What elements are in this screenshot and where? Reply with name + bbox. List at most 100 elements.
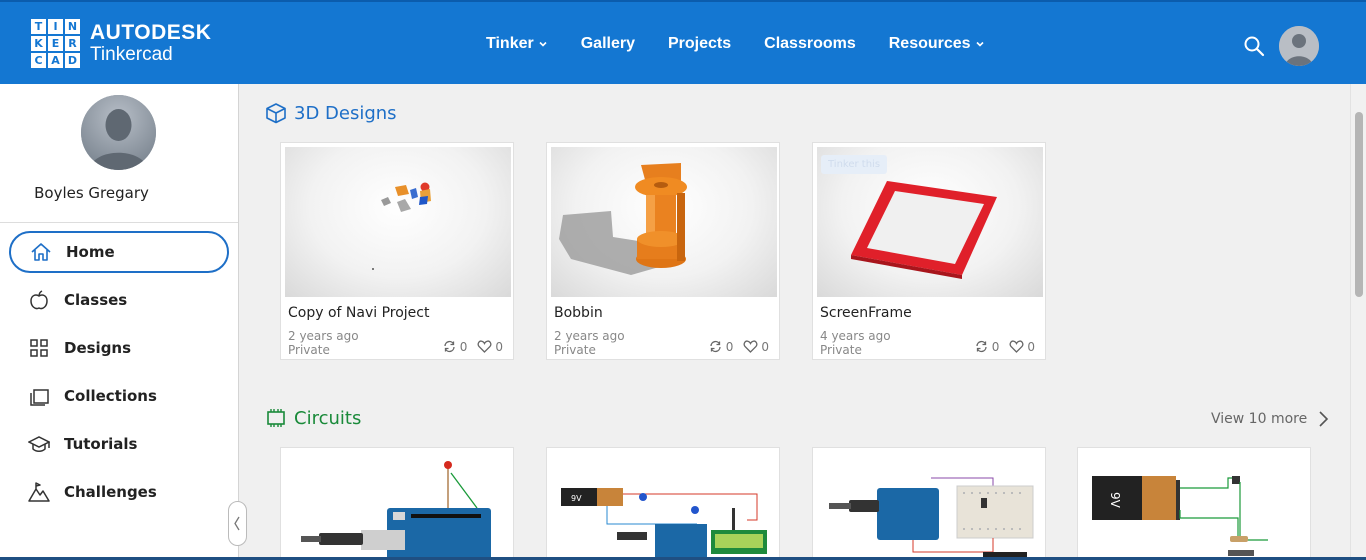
- folders-icon: [30, 389, 49, 406]
- profile-name: Boyles Gregary: [34, 184, 149, 202]
- brand-name: AUTODESK: [90, 21, 212, 44]
- nav-tinker[interactable]: Tinker: [486, 35, 548, 53]
- nav-label: Resources: [888, 35, 971, 52]
- sidebar-item-collections[interactable]: Collections: [9, 375, 229, 417]
- chevron-right-icon: [1319, 411, 1329, 427]
- nav-label: Gallery: [580, 35, 635, 52]
- cube-icon: [266, 103, 286, 124]
- chevron-down-icon: [539, 41, 547, 47]
- design-card[interactable]: Copy of Navi Project 2 years ago Private…: [280, 142, 514, 360]
- nav-classrooms[interactable]: Classrooms: [764, 35, 856, 53]
- sidebar-item-tutorials[interactable]: Tutorials: [9, 423, 229, 465]
- grid-icon: [30, 339, 48, 357]
- design-visibility: Private: [820, 343, 862, 357]
- product-name: Tinkercad: [90, 44, 173, 65]
- sidebar-item-classes[interactable]: Classes: [9, 279, 229, 321]
- circuit-card[interactable]: [812, 447, 1046, 560]
- logo-letter: R: [65, 36, 80, 51]
- design-title: Copy of Navi Project: [288, 305, 430, 321]
- tinker-this-badge[interactable]: Tinker this: [821, 155, 888, 174]
- design-thumbnail: Tinker this: [817, 147, 1043, 297]
- main-content: 3D Designs Copy of Navi Project 2 years …: [239, 84, 1350, 560]
- remix-icon: [710, 340, 721, 353]
- tinkercad-logo[interactable]: T I N K E R C A D AUTODESK Tinkercad: [31, 19, 211, 68]
- heart-icon: [477, 340, 492, 353]
- like-count: 0: [477, 339, 503, 354]
- profile-avatar[interactable]: [81, 95, 156, 170]
- heart-icon: [1009, 340, 1024, 353]
- logo-letter: N: [65, 19, 80, 34]
- sidebar-item-label: Tutorials: [64, 435, 138, 453]
- nav-gallery[interactable]: Gallery: [581, 35, 635, 53]
- remix-value: 0: [459, 339, 468, 354]
- sidebar-item-label: Home: [66, 243, 115, 261]
- remix-value: 0: [725, 339, 734, 354]
- design-title: ScreenFrame: [820, 305, 912, 321]
- sidebar-divider: [0, 222, 238, 223]
- design-visibility: Private: [554, 343, 596, 357]
- logo-text: AUTODESK Tinkercad: [90, 21, 212, 66]
- logo-letter: I: [48, 19, 63, 34]
- sidebar-item-home[interactable]: Home: [9, 231, 229, 273]
- apple-icon: [30, 290, 48, 310]
- nav-label: Tinker: [486, 35, 534, 52]
- heart-icon: [743, 340, 758, 353]
- remix-value: 0: [991, 339, 1000, 354]
- section-3d-designs: 3D Designs: [265, 102, 397, 124]
- section-title: 3D Designs: [294, 102, 397, 124]
- design-age: 4 years ago: [820, 329, 891, 343]
- nav-resources[interactable]: Resources: [889, 35, 985, 53]
- like-count: 0: [743, 339, 769, 354]
- remix-icon: [976, 340, 987, 353]
- svg-text:9V: 9V: [571, 494, 582, 503]
- logo-letter: D: [65, 53, 80, 68]
- nav-label: Projects: [668, 35, 732, 52]
- section-circuits: Circuits: [265, 407, 361, 429]
- logo-letter: A: [48, 53, 63, 68]
- top-navigation-bar: T I N K E R C A D AUTODESK Tinkercad Tin…: [0, 0, 1366, 84]
- design-age: 2 years ago: [554, 329, 625, 343]
- logo-letter: E: [48, 36, 63, 51]
- remix-count: 0: [442, 339, 468, 354]
- design-card[interactable]: Bobbin 2 years ago Private 0 0: [546, 142, 780, 360]
- like-value: 0: [1027, 339, 1035, 354]
- sidebar-item-designs[interactable]: Designs: [9, 327, 229, 369]
- design-stats: 0 0: [964, 339, 1035, 354]
- chevron-down-icon: [975, 41, 984, 47]
- design-visibility: Private: [288, 343, 330, 357]
- sidebar-item-label: Classes: [64, 291, 128, 309]
- sidebar-item-label: Collections: [64, 387, 157, 405]
- user-avatar-icon[interactable]: [1279, 26, 1319, 66]
- home-icon: [31, 243, 51, 261]
- view-more-label: View 10 more: [1211, 411, 1308, 427]
- design-stats: 0 0: [698, 339, 769, 354]
- like-value: 0: [761, 339, 769, 354]
- section-title: Circuits: [294, 407, 362, 429]
- logo-letter: T: [31, 19, 46, 34]
- design-thumbnail: [285, 147, 511, 297]
- remix-count: 0: [708, 339, 734, 354]
- remix-count: 0: [974, 339, 1000, 354]
- sidebar-item-challenges[interactable]: Challenges: [9, 471, 229, 513]
- circuit-card[interactable]: [280, 447, 514, 560]
- design-stats: 0 0: [432, 339, 503, 354]
- design-thumbnail: [551, 147, 777, 297]
- design-age: 2 years ago: [288, 329, 359, 343]
- nav-projects[interactable]: Projects: [668, 35, 731, 53]
- page-scrollbar[interactable]: [1350, 84, 1366, 560]
- sidebar-item-label: Designs: [64, 339, 132, 357]
- search-icon[interactable]: [1243, 35, 1265, 57]
- main-nav: Tinker Gallery Projects Classrooms Resou…: [486, 35, 1018, 53]
- circuit-card[interactable]: 9V: [1077, 447, 1311, 560]
- graduation-cap-icon: [28, 436, 50, 452]
- sidebar-item-label: Challenges: [64, 483, 157, 501]
- circuit-card[interactable]: 9V: [546, 447, 780, 560]
- view-more-circuits-link[interactable]: View 10 more: [1211, 410, 1329, 428]
- scrollbar-thumb[interactable]: [1355, 112, 1363, 297]
- sidebar: Boyles Gregary Home Classes Designs Coll…: [0, 84, 239, 560]
- mountain-icon: [28, 482, 50, 502]
- nav-label: Classrooms: [764, 35, 856, 52]
- design-card[interactable]: Tinker this ScreenFrame 4 years ago Priv…: [812, 142, 1046, 360]
- logo-grid: T I N K E R C A D: [31, 19, 80, 68]
- circuit-chip-icon: [267, 409, 285, 427]
